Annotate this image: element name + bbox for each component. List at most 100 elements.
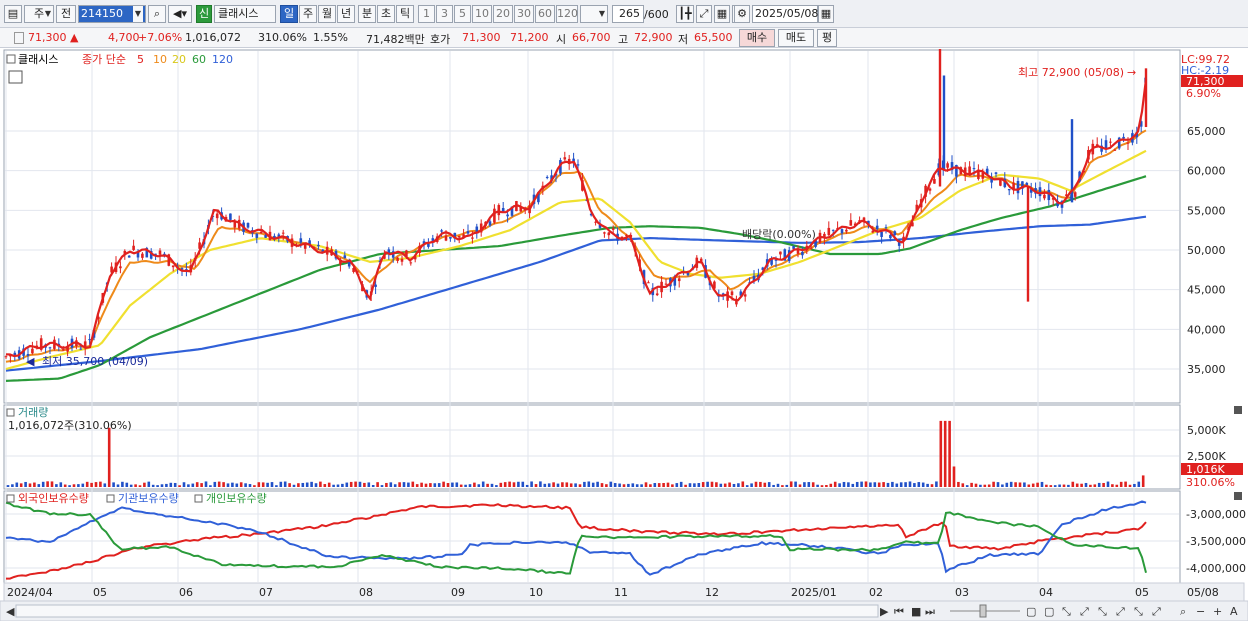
volume-bar (662, 482, 665, 487)
toolbar-icon-8[interactable]: ⤢ (1152, 605, 1161, 618)
volume-bar (314, 483, 318, 487)
interval-10[interactable]: 10 (472, 5, 492, 23)
tab-month[interactable]: 월 (318, 5, 336, 23)
volume-bar (486, 483, 489, 487)
low-annotation: 최저 35,700 (04/09) (42, 355, 148, 368)
interval-1[interactable]: 1 (418, 5, 435, 23)
calendar-icon[interactable]: ▦ (818, 5, 834, 23)
legend-ma5: 5 (137, 53, 144, 66)
scroll-left-icon[interactable]: ◀ (6, 605, 15, 618)
candle-body (884, 227, 888, 229)
volume-bar (134, 484, 137, 487)
tab-year[interactable]: 년 (337, 5, 355, 23)
toolbar-icon-6[interactable]: ⤢ (1116, 605, 1125, 618)
date-axis-label: 03 (955, 586, 969, 599)
checkbox[interactable] (14, 32, 24, 44)
calculator-icon[interactable] (8, 70, 23, 84)
volume-bar (253, 485, 256, 487)
stock-code-value: 214150 (81, 7, 123, 20)
grid-icon[interactable]: ▦ (714, 5, 730, 23)
tab-minute[interactable]: 분 (358, 5, 376, 23)
zoom-search-icon[interactable]: ⌕ (1180, 605, 1186, 618)
holdings-pane-close-icon[interactable] (1234, 492, 1242, 500)
interval-3[interactable]: 3 (436, 5, 453, 23)
tab-week[interactable]: 주 (299, 5, 317, 23)
search-icon[interactable]: ⌕ (148, 5, 166, 23)
toolbar-icon-7[interactable]: ⤡ (1134, 605, 1143, 618)
toolbar-icon-5[interactable]: ⤡ (1098, 605, 1107, 618)
volume-bar (921, 482, 925, 487)
legend-ma-label: 종가 단순 (82, 53, 126, 66)
buy-button[interactable]: 매수 (739, 29, 775, 47)
line-tool-icon[interactable]: ⤢ (696, 5, 712, 23)
zoom-out-icon[interactable]: − (1196, 605, 1205, 618)
candle-body (743, 294, 747, 297)
volume-bar (37, 484, 41, 487)
interval-20[interactable]: 20 (493, 5, 513, 23)
volume-bar (882, 482, 885, 487)
window-menu-icon[interactable]: ▤ (4, 5, 22, 23)
candle-body (563, 157, 567, 160)
toolbar-icon-4[interactable]: ⤢ (1080, 605, 1089, 618)
volume-bar (913, 483, 916, 487)
open-price: 66,700 (572, 31, 611, 44)
zoom-slider-handle[interactable] (979, 604, 987, 618)
toolbar-icon-3[interactable]: ⤡ (1062, 605, 1071, 618)
speaker-icon[interactable]: ◀▾ (168, 5, 192, 23)
bar-count-input[interactable]: 265 (612, 5, 644, 23)
volume-bar (842, 481, 846, 487)
custom-interval-select[interactable]: ▼ (580, 5, 608, 23)
scroll-track[interactable] (15, 604, 879, 618)
low-arrow-icon: ◀ (26, 355, 35, 368)
candle-body (317, 244, 320, 247)
volume-bar (270, 482, 274, 487)
interval-30[interactable]: 30 (514, 5, 534, 23)
volume-bar (917, 482, 921, 487)
eval-button[interactable]: 평 (817, 29, 837, 47)
volume-bar (503, 482, 507, 487)
text-tool-icon[interactable]: A (1230, 605, 1238, 618)
gear-icon[interactable]: ⚙ (734, 5, 750, 23)
trade-amount: 71,482백만 (366, 33, 425, 46)
interval-5[interactable]: 5 (454, 5, 471, 23)
last-page-icon[interactable]: ⏭ (925, 605, 935, 618)
candle-body (607, 232, 611, 236)
tab-tick[interactable]: 틱 (396, 5, 414, 23)
zoom-in-icon[interactable]: + (1213, 605, 1222, 618)
pct-tag: 6.90% (1186, 87, 1221, 100)
volume-bar (891, 481, 894, 487)
candle-body (88, 339, 91, 341)
price-axis-label: 50,000 (1187, 244, 1226, 257)
volume-bar (11, 484, 14, 487)
toolbar-icon-2[interactable]: ▢ (1044, 605, 1054, 618)
interval-60[interactable]: 60 (535, 5, 555, 23)
volume-bar (1001, 484, 1004, 487)
prefix-button[interactable]: 전 (56, 5, 76, 23)
candle-body (999, 179, 1002, 186)
volume-bar (1018, 482, 1022, 487)
candle-body (215, 213, 219, 219)
volume-bar (55, 484, 58, 487)
volume-pane-close-icon[interactable] (1234, 406, 1242, 414)
volume-bar (217, 481, 221, 487)
candle-type-icon[interactable]: ┃╋ (676, 5, 694, 23)
sell-button[interactable]: 매도 (778, 29, 814, 47)
date-input[interactable]: 2025/05/08 (752, 5, 818, 23)
legend-stock-name: 클래시스 (18, 53, 58, 66)
stock-name-field[interactable]: 클래시스 (214, 5, 276, 23)
tab-second[interactable]: 초 (377, 5, 395, 23)
vol-tag-pct: 310.06% (1186, 476, 1235, 489)
first-page-icon[interactable]: ⏮ (894, 605, 904, 618)
legend-ma20: 20 (172, 53, 186, 66)
market-select[interactable]: 주 ▼ (24, 5, 54, 23)
interval-120[interactable]: 120 (556, 5, 578, 23)
toolbar-icon-1[interactable]: ▢ (1026, 605, 1036, 618)
scroll-right-icon[interactable]: ▶ (880, 605, 889, 618)
tab-day[interactable]: 일 (280, 5, 298, 23)
stock-code-input[interactable]: 214150 ▼ (78, 5, 146, 23)
volume-bar (156, 485, 159, 487)
volume-bar (957, 481, 960, 487)
stop-icon[interactable]: ■ (911, 605, 921, 618)
volume-bar (930, 484, 934, 487)
ask-price: 71,300 (462, 31, 501, 44)
